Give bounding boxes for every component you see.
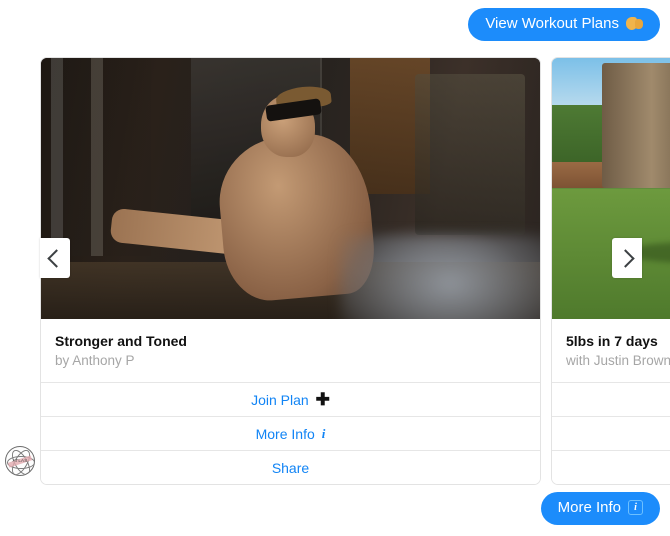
bottom-message-row: More Info i <box>0 488 670 528</box>
share-button[interactable]: Share <box>41 451 540 484</box>
workout-plan-card[interactable]: Stronger and Toned by Anthony P Join Pla… <box>40 57 541 485</box>
watermark-label: ATLAS <box>12 458 28 463</box>
watermark-logo: ATLAS <box>5 446 35 476</box>
join-plan-button[interactable]: Join Plan ✚ <box>41 383 540 417</box>
join-plan-label: Join Plan <box>251 391 309 408</box>
share-button[interactable]: Share <box>552 451 670 484</box>
card-title: Stronger and Toned <box>55 333 187 349</box>
card-photo <box>552 58 670 319</box>
more-info-label: More Info <box>255 425 315 442</box>
more-info-button[interactable]: More Info i <box>552 417 670 451</box>
more-info-message-button[interactable]: More Info i <box>540 491 660 525</box>
information-icon-glyph: i <box>634 501 637 513</box>
park-photo-image <box>552 58 670 319</box>
card-photo <box>41 58 540 319</box>
information-icon: i <box>628 500 643 515</box>
workout-plan-card[interactable]: 5lbs in 7 days with Justin Brown Join Pl… <box>551 57 670 485</box>
chevron-right-icon <box>616 248 635 268</box>
flexed-biceps-icon <box>626 16 643 31</box>
carousel-prev-button[interactable] <box>40 238 70 278</box>
chevron-left-icon <box>47 248 66 268</box>
top-message-row: View Workout Plans <box>0 0 670 48</box>
info-icon: i <box>321 425 326 441</box>
join-plan-button[interactable]: Join Plan ✚ <box>552 383 670 417</box>
gym-photo-image <box>41 58 540 319</box>
view-workout-plans-button[interactable]: View Workout Plans <box>468 7 660 41</box>
view-workout-plans-label: View Workout Plans <box>485 14 619 32</box>
card-text-block: 5lbs in 7 days with Justin Brown <box>552 319 670 383</box>
carousel-next-button[interactable] <box>612 238 642 278</box>
card-subtitle: with Justin Brown <box>566 353 670 368</box>
card-text-block: Stronger and Toned by Anthony P <box>41 319 540 383</box>
more-info-message-label: More Info <box>557 498 621 516</box>
plus-icon: ✚ <box>315 389 330 409</box>
share-label: Share <box>271 459 310 476</box>
card-subtitle: by Anthony P <box>55 353 135 368</box>
more-info-button[interactable]: More Info i <box>41 417 540 451</box>
card-title: 5lbs in 7 days <box>566 333 658 349</box>
workout-plan-carousel: Stronger and Toned by Anthony P Join Pla… <box>40 57 670 485</box>
